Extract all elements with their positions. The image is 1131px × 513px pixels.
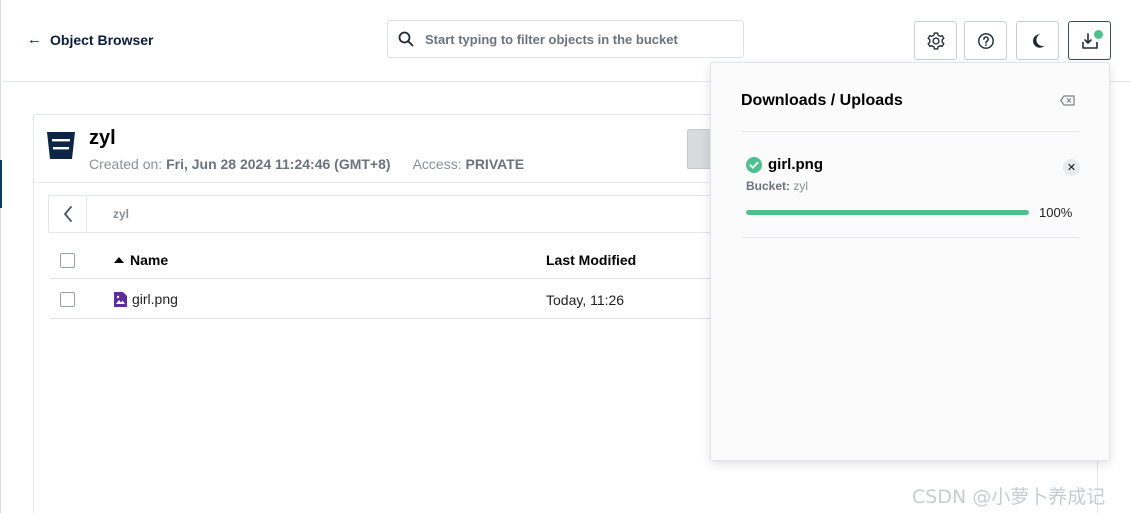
column-last-modified-header[interactable]: Last Modified (546, 252, 636, 268)
transfer-item-title: girl.png (746, 156, 1079, 173)
watermark: CSDN @小萝卜养成记 (912, 486, 1106, 508)
panel-title: Downloads / Uploads (741, 92, 903, 109)
column-name-label: Name (130, 252, 169, 268)
bucket-name: zyl (89, 127, 116, 149)
back-label: Object Browser (50, 31, 154, 48)
breadcrumb-back-button[interactable] (49, 196, 87, 232)
progress-bar (746, 210, 1029, 215)
help-icon (977, 32, 994, 49)
transfer-item: girl.png Bucket: zyl ✕ 100% (746, 156, 1080, 220)
access-label: Access: (412, 156, 462, 172)
row-checkbox[interactable] (60, 292, 75, 307)
table-header: Name Last Modified (50, 243, 730, 279)
arrow-left-icon: ← (27, 31, 42, 48)
bucket-meta: Created on: Fri, Jun 28 2024 11:24:46 (G… (89, 156, 524, 172)
progress-percent: 100% (1039, 205, 1073, 220)
settings-button[interactable] (914, 21, 957, 60)
access-value: PRIVATE (465, 156, 525, 172)
gear-icon (927, 31, 944, 50)
back-to-object-browser[interactable]: ← Object Browser (27, 31, 153, 48)
transfers-panel: Downloads / Uploads girl.png Bucket: zyl… (710, 62, 1110, 461)
breadcrumb: zyl (48, 195, 728, 233)
sort-ascending-icon (114, 257, 124, 263)
bucket-icon (47, 132, 75, 159)
search-box[interactable] (387, 20, 744, 58)
help-button[interactable] (964, 21, 1007, 60)
table-row[interactable]: girl.png Today, 11:26 (50, 280, 730, 319)
close-icon[interactable]: ✕ (1063, 159, 1080, 176)
select-all-checkbox[interactable] (60, 253, 75, 268)
search-input[interactable] (425, 31, 725, 47)
check-circle-icon (746, 156, 762, 173)
column-name-header[interactable]: Name (114, 252, 168, 268)
transfer-file-name: girl.png (768, 156, 823, 173)
clear-all-icon[interactable] (1060, 95, 1075, 106)
transfer-bucket-label: Bucket: (746, 179, 791, 193)
moon-icon (1032, 33, 1045, 48)
file-name-cell[interactable]: girl.png (114, 291, 178, 307)
created-value: Fri, Jun 28 2024 11:24:46 (GMT+8) (166, 156, 391, 172)
created-label: Created on: (89, 156, 163, 172)
left-edge-accent (0, 160, 2, 208)
transfer-bucket: Bucket: zyl (746, 179, 1079, 193)
downloads-button[interactable] (1068, 21, 1111, 60)
notification-dot (1094, 30, 1103, 39)
panel-divider (741, 237, 1079, 238)
file-name: girl.png (132, 291, 178, 307)
breadcrumb-path[interactable]: zyl (113, 207, 129, 221)
progress-fill (746, 210, 1029, 215)
panel-divider (741, 131, 1079, 132)
image-file-icon (114, 291, 127, 307)
last-modified-cell: Today, 11:26 (546, 292, 625, 308)
search-icon (398, 31, 414, 47)
theme-toggle-button[interactable] (1016, 21, 1059, 60)
chevron-left-icon (63, 206, 72, 222)
transfer-bucket-name: zyl (793, 179, 809, 193)
